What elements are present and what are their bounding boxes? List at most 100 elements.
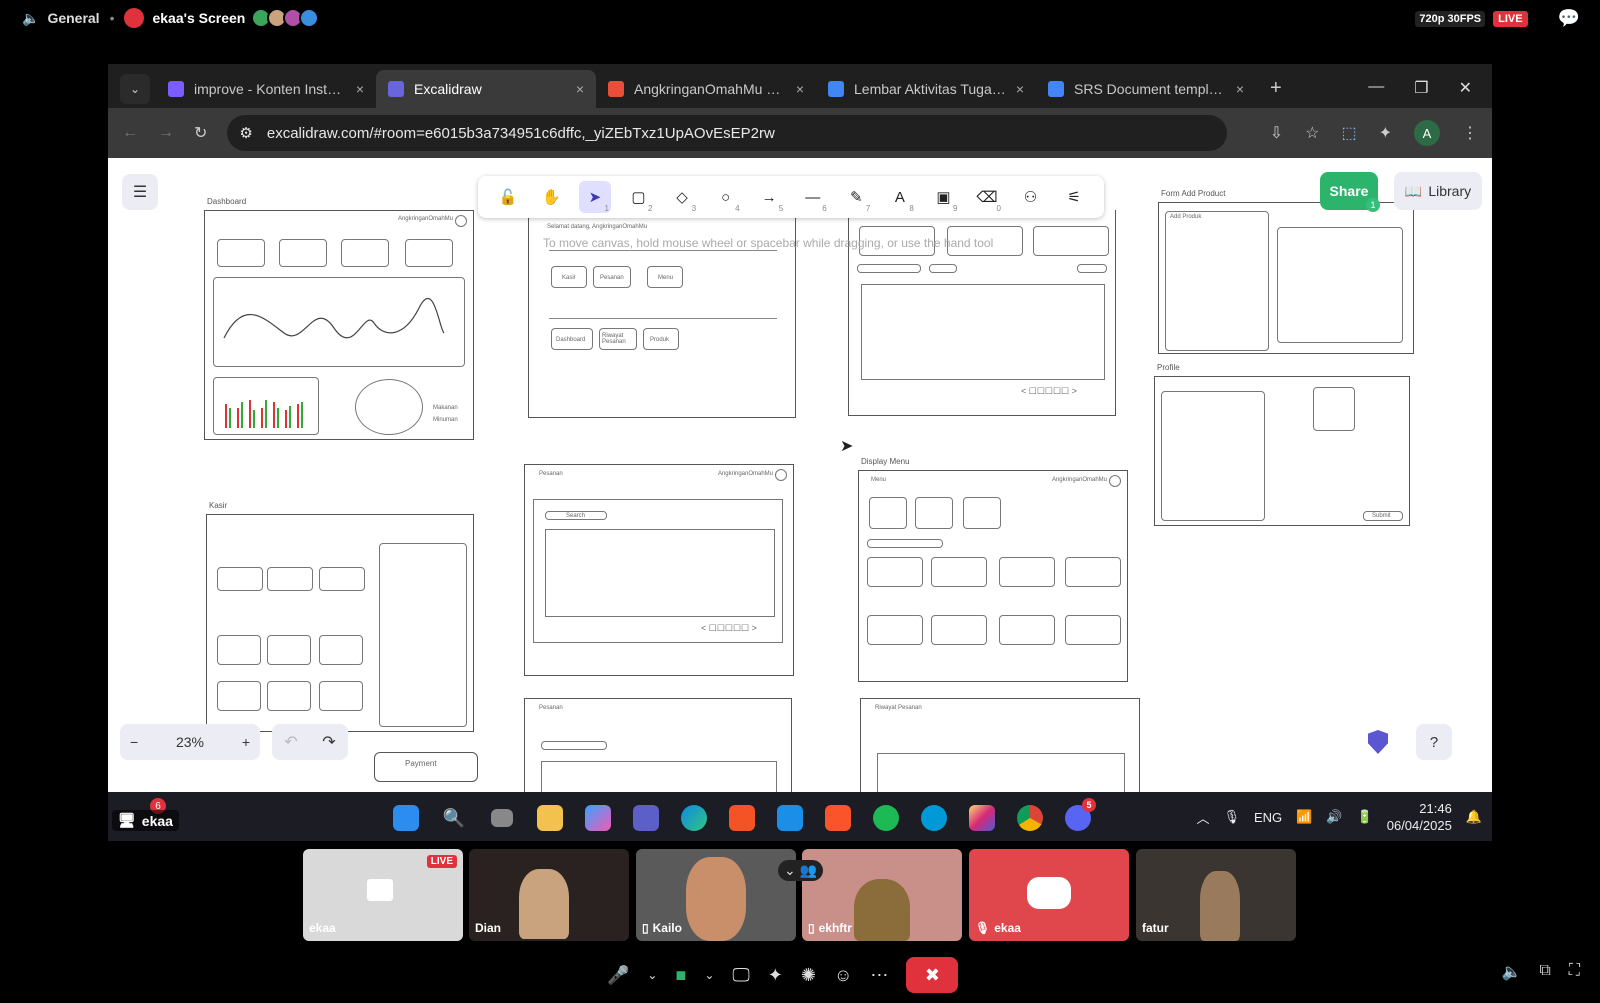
chevron-down-icon[interactable]: ⌄ <box>647 968 657 982</box>
soundboard-icon[interactable]: ✺ <box>801 965 816 986</box>
participant-tile[interactable]: LIVE ekaa <box>303 849 463 941</box>
chevron-down-icon[interactable]: ⌄ <box>704 968 714 982</box>
hand-icon[interactable]: ✋ <box>535 181 567 213</box>
line-icon[interactable]: —6 <box>797 181 829 214</box>
windows-start-icon[interactable] <box>386 798 426 838</box>
close-icon[interactable]: × <box>1236 81 1244 97</box>
site-info-icon[interactable]: ⚙ <box>239 124 252 142</box>
translate-icon[interactable]: ⬚ <box>1341 123 1356 143</box>
tool-glyph: ▣ <box>936 189 951 206</box>
arrow-icon[interactable]: → 5 <box>753 181 785 214</box>
search-icon[interactable]: 🔍 <box>434 798 474 838</box>
tab-excalidraw[interactable]: Excalidraw × <box>376 70 596 108</box>
tab-improve[interactable]: improve - Konten Instagr × <box>156 70 376 108</box>
diamond-icon[interactable]: ◇ 3 <box>666 181 698 213</box>
voice-channel[interactable]: 🔈 General <box>22 10 100 27</box>
brave-icon[interactable] <box>818 798 858 838</box>
activities-icon[interactable]: ✦ <box>768 965 783 986</box>
install-app-icon[interactable]: ⇩ <box>1270 123 1283 143</box>
text-icon[interactable]: A8 <box>884 181 916 214</box>
tab-angkringan[interactable]: AngkringanOmahMu – Fi × <box>596 70 816 108</box>
popout-icon[interactable]: ⧉ <box>1539 962 1550 982</box>
tab-srs-document[interactable]: SRS Document template × <box>1036 70 1256 108</box>
close-icon[interactable]: × <box>1016 81 1024 97</box>
participant-tile[interactable]: Dian <box>469 849 629 941</box>
close-icon[interactable]: × <box>796 81 804 97</box>
zoom-out-button[interactable]: − <box>130 734 138 750</box>
draw-icon[interactable]: ✎ 7 <box>840 181 872 213</box>
rectangle-icon[interactable]: ▢ 2 <box>622 181 654 213</box>
url-field[interactable]: ⚙ excalidraw.com/#room=e6015b3a734951c6d… <box>227 115 1228 151</box>
main-menu-button[interactable]: ☰ <box>122 174 158 210</box>
forward-icon[interactable]: → <box>158 124 174 142</box>
restore-icon[interactable]: ❐ <box>1414 78 1428 98</box>
camera-icon[interactable]: ■ <box>675 965 686 986</box>
laser-icon[interactable]: ⚟ <box>1058 181 1090 213</box>
redo-icon[interactable]: ↷ <box>322 732 335 752</box>
close-window-icon[interactable]: ✕ <box>1459 78 1472 98</box>
battery-icon[interactable]: 🔋 <box>1357 809 1373 825</box>
tab-search-button[interactable]: ⌄ <box>120 74 150 104</box>
file-explorer-icon[interactable] <box>530 798 570 838</box>
undo-icon[interactable]: ↶ <box>284 732 297 752</box>
browser-menu-icon[interactable]: ⋮ <box>1462 123 1478 143</box>
library-button[interactable]: 📖 Library <box>1394 172 1482 210</box>
participant-tile[interactable]: ▯ Kailo <box>636 849 796 941</box>
wifi-icon[interactable]: 📶 <box>1296 809 1312 825</box>
tool-glyph: — <box>805 188 821 206</box>
microphone-icon[interactable]: 🎙 <box>1223 809 1240 825</box>
spotify-icon[interactable] <box>866 798 906 838</box>
extensions-icon[interactable]: ✦ <box>1379 123 1392 143</box>
image-icon[interactable]: ▣ 9 <box>927 181 959 213</box>
zoom-level[interactable]: 23% <box>176 734 204 750</box>
eraser-icon[interactable]: ⌫ 0 <box>971 181 1003 213</box>
excalidraw-canvas[interactable]: Dashboard AngkringanOmahMu Makanan Minum… <box>108 158 1492 792</box>
back-icon[interactable]: ← <box>122 124 138 142</box>
task-view-icon[interactable] <box>482 798 522 838</box>
extra-tools-icon[interactable]: ⚇ <box>1015 181 1047 213</box>
clock[interactable]: 21:46 06/04/2025 <box>1387 800 1452 834</box>
copilot-icon[interactable] <box>578 798 618 838</box>
lock-icon[interactable]: 🔓 <box>492 181 524 213</box>
selection-icon[interactable]: ➤ 1 <box>578 181 611 213</box>
volume-icon[interactable]: 🔈 <box>1501 962 1521 982</box>
help-button[interactable]: ? <box>1416 724 1452 760</box>
more-icon[interactable]: ⋯ <box>870 965 888 986</box>
chat-icon[interactable]: 💬 <box>1558 8 1580 29</box>
bookmark-star-icon[interactable]: ☆ <box>1305 123 1319 143</box>
notification-bell-icon[interactable]: 🔔 <box>1466 809 1482 825</box>
chrome-icon[interactable] <box>1010 798 1050 838</box>
viewer-avatars[interactable] <box>251 8 320 28</box>
volume-icon[interactable]: 🔊 <box>1326 809 1342 825</box>
discord-icon[interactable]: 5 <box>1058 798 1098 838</box>
vscode-icon[interactable] <box>770 798 810 838</box>
instagram-icon[interactable] <box>962 798 1002 838</box>
close-icon[interactable]: × <box>356 81 364 97</box>
fullscreen-icon[interactable]: ⛶ <box>1569 962 1580 982</box>
microphone-icon[interactable]: 🎤 <box>607 965 629 986</box>
profile-avatar[interactable]: A <box>1414 120 1440 146</box>
language-indicator[interactable]: ENG <box>1254 810 1282 825</box>
participant-tile[interactable]: 🎙 ekaa <box>969 849 1129 941</box>
close-icon[interactable]: × <box>576 81 584 97</box>
zoom-in-button[interactable]: + <box>242 734 250 750</box>
screen-share-icon[interactable]: 🖵 <box>732 965 749 986</box>
app-icon[interactable] <box>914 798 954 838</box>
reload-icon[interactable]: ↻ <box>194 123 207 143</box>
participant-tile[interactable]: ▯ ekhftr <box>802 849 962 941</box>
edge-icon[interactable] <box>674 798 714 838</box>
encryption-shield-icon[interactable] <box>1368 730 1388 754</box>
ellipse-icon[interactable]: ○ 4 <box>710 181 742 214</box>
disconnect-button[interactable]: ✖ <box>906 957 959 993</box>
participants-toggle-icon[interactable]: ⌄ 👥 <box>778 860 824 881</box>
clock-date: 06/04/2025 <box>1386 818 1452 833</box>
store-icon[interactable] <box>722 798 762 838</box>
chevron-up-icon[interactable]: ︿ <box>1196 808 1209 827</box>
tab-lembar-aktivitas[interactable]: Lembar Aktivitas Tugas 4 × <box>816 70 1036 108</box>
teams-icon[interactable] <box>626 798 666 838</box>
minimize-icon[interactable]: — <box>1368 78 1384 98</box>
participant-tile[interactable]: fatur <box>1136 849 1296 941</box>
quality-badge: 720p 30FPS <box>1415 10 1486 27</box>
new-tab-button[interactable]: + <box>1270 77 1282 100</box>
emoji-icon[interactable]: ☺ <box>834 965 852 986</box>
